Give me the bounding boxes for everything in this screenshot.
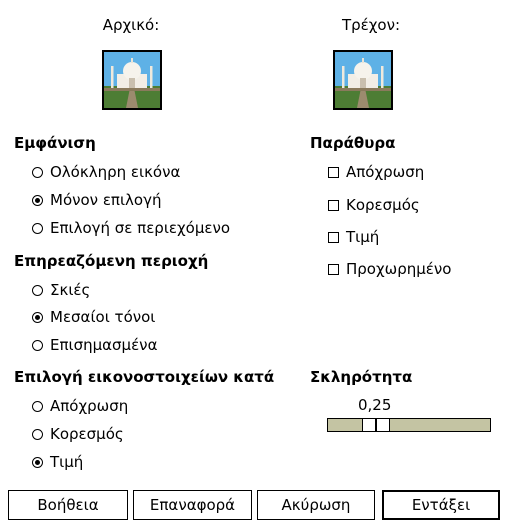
select-pixels-heading: Επιλογή εικονοστοιχείων κατά — [14, 368, 275, 386]
cancel-button[interactable]: Ακύρωση — [257, 490, 375, 520]
windows-check-value[interactable]: Τιμή — [328, 227, 379, 247]
affected-range-highlights[interactable]: Επισημασμένα — [32, 335, 157, 355]
checkbox-icon — [328, 231, 339, 243]
radio-icon — [32, 428, 43, 440]
roughness-value: 0,25 — [358, 396, 392, 414]
radio-selected-icon — [32, 456, 43, 468]
windows-heading: Παράθυρα — [310, 134, 396, 152]
original-preview-label: Αρχικό: — [102, 16, 160, 34]
roughness-slider-handle[interactable] — [362, 418, 390, 432]
checkbox-icon — [328, 166, 339, 178]
affected-range-heading: Επηρεαζόμενη περιοχή — [14, 252, 209, 270]
windows-check-advanced[interactable]: Προχωρημένο — [328, 259, 451, 279]
checkbox-icon — [328, 263, 339, 275]
radio-icon — [32, 222, 43, 234]
roughness-slider[interactable] — [327, 418, 491, 432]
radio-icon — [32, 400, 43, 412]
ok-button[interactable]: Εντάξει — [382, 490, 500, 520]
windows-check-saturation[interactable]: Κορεσμός — [328, 195, 420, 215]
show-option-selection-only[interactable]: Μόνον επιλογή — [32, 190, 161, 210]
show-heading: Εμφάνιση — [14, 134, 96, 152]
radio-icon — [32, 284, 43, 296]
current-preview-image — [333, 50, 393, 110]
radio-selected-icon — [32, 311, 43, 323]
select-pixels-saturation[interactable]: Κορεσμός — [32, 424, 124, 444]
reset-button[interactable]: Επαναφορά — [133, 490, 252, 520]
affected-range-midtones[interactable]: Μεσαίοι τόνοι — [32, 307, 155, 327]
checkbox-icon — [328, 199, 339, 211]
select-pixels-hue[interactable]: Απόχρωση — [32, 396, 128, 416]
show-option-selection-in-context[interactable]: Επιλογή σε περιεχόμενο — [32, 218, 230, 238]
original-preview-image — [102, 50, 162, 110]
help-button[interactable]: Βοήθεια — [8, 490, 128, 520]
affected-range-shadows[interactable]: Σκιές — [32, 280, 90, 300]
windows-check-hue[interactable]: Απόχρωση — [328, 162, 424, 182]
show-option-entire-image[interactable]: Ολόκληρη εικόνα — [32, 162, 180, 182]
radio-icon — [32, 166, 43, 178]
radio-icon — [32, 339, 43, 351]
radio-selected-icon — [32, 194, 43, 206]
current-preview-label: Τρέχον: — [341, 16, 401, 34]
select-pixels-value[interactable]: Τιμή — [32, 452, 83, 472]
roughness-heading: Σκληρότητα — [310, 368, 413, 386]
